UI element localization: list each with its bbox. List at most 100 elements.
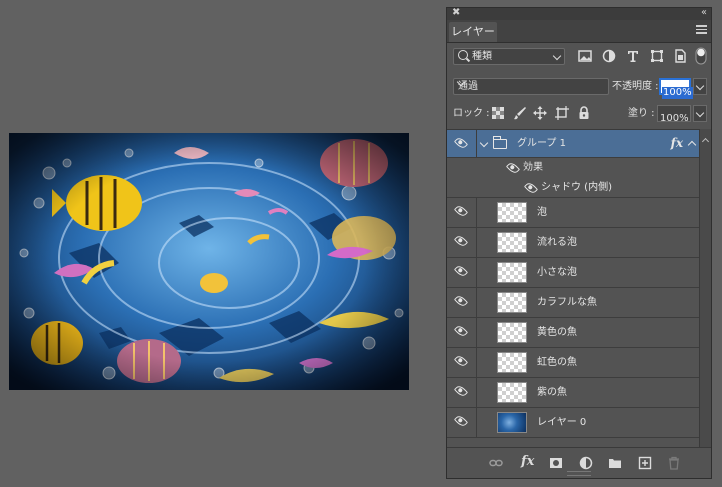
layer-name: カラフルな魚 (537, 297, 597, 308)
delete-layer-trash-icon[interactable] (667, 456, 681, 470)
panel-footer-toolbar: fx (447, 447, 711, 478)
layer-row[interactable]: 虹色の魚 (447, 348, 699, 378)
add-layer-style-fx-icon[interactable]: fx (521, 454, 534, 469)
effect-name: シャドウ (内側) (541, 182, 612, 193)
eye-icon[interactable] (453, 203, 469, 219)
visibility-column (447, 408, 477, 437)
chevron-up-icon[interactable] (687, 140, 697, 150)
eye-icon[interactable] (505, 160, 521, 176)
pixel-layer-filter-icon[interactable] (578, 49, 592, 63)
add-mask-icon[interactable] (549, 456, 563, 470)
fill-input[interactable]: 100% (657, 105, 691, 124)
blend-opacity-row: 通過 不透明度 : 100% (447, 75, 711, 99)
filter-toggle-switch[interactable] (695, 47, 707, 65)
visibility-column (447, 130, 477, 157)
layer-row[interactable]: レイヤー 0 (447, 408, 699, 438)
lock-transparent-pixels-icon[interactable] (491, 106, 505, 120)
fill-dropdown-button[interactable] (693, 105, 707, 122)
expand-chevron-icon[interactable] (479, 138, 489, 148)
layer-name: 虹色の魚 (537, 357, 577, 368)
eye-icon[interactable] (453, 293, 469, 309)
opacity-input[interactable]: 100% (659, 78, 693, 99)
layer-name: グループ 1 (517, 138, 566, 149)
new-layer-icon[interactable] (638, 456, 652, 470)
layer-thumbnail (497, 292, 527, 313)
layer-row[interactable]: 流れる泡 (447, 228, 699, 258)
shape-layer-filter-icon[interactable] (650, 49, 664, 63)
filter-kind-label: 種類 (472, 51, 492, 62)
layer-row[interactable]: 泡 (447, 198, 699, 228)
layer-row[interactable]: 小さな泡 (447, 258, 699, 288)
visibility-column (447, 348, 477, 377)
lock-artboard-icon[interactable] (555, 106, 569, 120)
close-icon[interactable]: ✖ (452, 7, 460, 19)
new-group-folder-icon[interactable] (608, 456, 622, 470)
adjustment-layer-filter-icon[interactable] (602, 49, 616, 63)
fill-value: 100% (660, 113, 689, 124)
layer-thumbnail (497, 232, 527, 253)
panel-menu-icon[interactable] (696, 25, 707, 35)
layers-scrollbar[interactable] (699, 129, 711, 449)
layer-row[interactable]: 黄色の魚 (447, 318, 699, 348)
layer-filter-row: 種類 (447, 45, 711, 67)
lock-image-pixels-icon[interactable] (513, 106, 527, 120)
layer-row[interactable]: 紫の魚 (447, 378, 699, 408)
panel-title-bar: ✖ ‹‹ (447, 7, 711, 20)
blend-mode-select[interactable]: 通過 (453, 77, 609, 95)
type-layer-filter-icon[interactable] (626, 49, 640, 63)
layer-name: 黄色の魚 (537, 327, 577, 338)
search-icon (458, 50, 468, 60)
eye-icon[interactable] (453, 233, 469, 249)
layer-row[interactable]: カラフルな魚 (447, 288, 699, 318)
eye-icon[interactable] (453, 383, 469, 399)
layer-thumbnail (497, 202, 527, 223)
opacity-value: 100% (662, 87, 693, 99)
eye-icon[interactable] (453, 263, 469, 279)
lock-all-icon[interactable] (577, 106, 591, 120)
folder-icon (492, 136, 507, 149)
scroll-up-icon[interactable] (701, 137, 710, 146)
chevron-down-icon (552, 51, 562, 61)
chevron-down-icon (695, 81, 705, 91)
layers-panel: ✖ ‹‹ レイヤー 種類 通過 不透明度 : 100% ロック : 塗り: 1… (446, 7, 712, 479)
panel-tab-row: レイヤー (447, 20, 711, 43)
visibility-column (447, 228, 477, 257)
layer-name: 流れる泡 (537, 237, 577, 248)
layer-thumbnail (497, 352, 527, 373)
effects-label: 効果 (523, 162, 543, 173)
layers-list: グループ 1 fx 効果 シャドウ (内側) 泡 流れる泡 小さな泡 カラフルな… (447, 129, 699, 450)
eye-icon[interactable] (453, 323, 469, 339)
layer-thumbnail (497, 412, 527, 433)
artwork-image[interactable] (9, 133, 409, 390)
layer-group-1[interactable]: グループ 1 fx (447, 130, 699, 158)
layer-name: 泡 (537, 207, 547, 218)
opacity-dropdown-button[interactable] (693, 78, 707, 95)
inner-shadow-effect-row[interactable]: シャドウ (内側) (447, 178, 699, 198)
tab-layers[interactable]: レイヤー (449, 22, 497, 42)
lock-position-icon[interactable] (533, 106, 547, 120)
eye-icon[interactable] (523, 180, 539, 196)
layer-thumbnail (497, 262, 527, 283)
visibility-column (447, 318, 477, 347)
layer-name: 紫の魚 (537, 387, 567, 398)
visibility-column (447, 288, 477, 317)
new-adjustment-layer-icon[interactable] (579, 456, 593, 470)
lock-label: ロック : (453, 108, 490, 119)
fx-icon[interactable]: fx (671, 136, 683, 150)
collapse-icon[interactable]: ‹‹ (701, 7, 707, 19)
layer-thumbnail (497, 322, 527, 343)
opacity-label: 不透明度 : (612, 81, 659, 92)
layer-name: 小さな泡 (537, 267, 577, 278)
lock-fill-row: ロック : 塗り : 100% (447, 103, 711, 125)
aquarium-artwork (9, 133, 409, 390)
effects-row[interactable]: 効果 (447, 158, 699, 178)
eye-icon[interactable] (453, 413, 469, 429)
layer-thumbnail (497, 382, 527, 403)
eye-icon[interactable] (453, 353, 469, 369)
filter-kind-select[interactable]: 種類 (453, 48, 565, 65)
smart-object-filter-icon[interactable] (673, 49, 687, 63)
link-layers-icon[interactable] (489, 456, 503, 470)
eye-icon[interactable] (453, 135, 469, 151)
layer-name: レイヤー 0 (537, 417, 587, 428)
resize-grip[interactable] (567, 471, 591, 476)
